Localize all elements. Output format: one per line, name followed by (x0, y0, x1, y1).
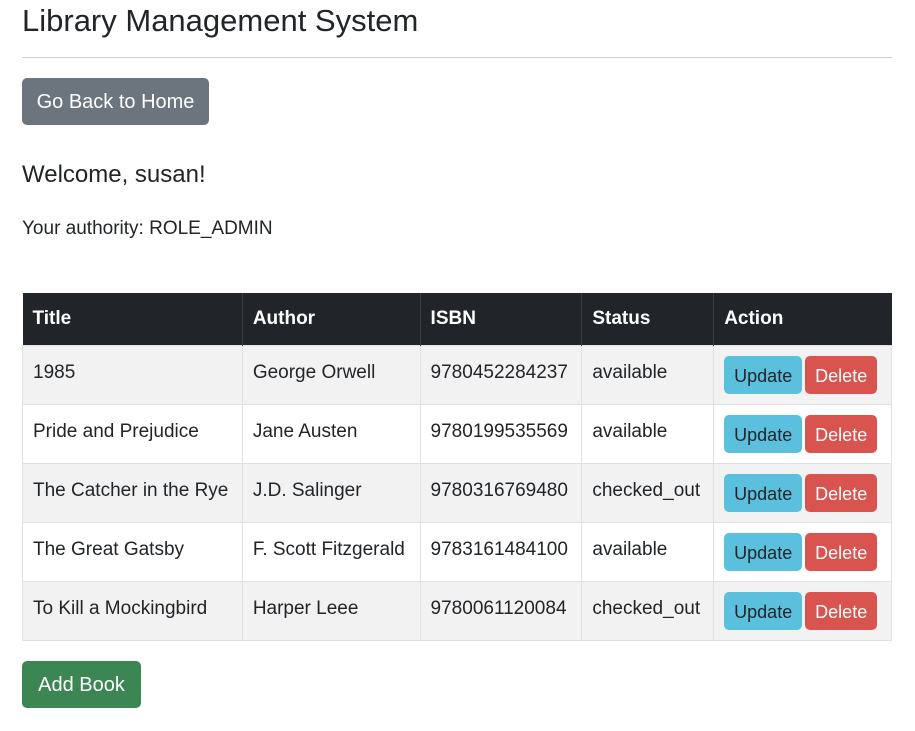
table-header: Title Author ISBN Status Action (22, 293, 892, 345)
book-status-cell: checked_out (581, 580, 715, 641)
column-header-author: Author (242, 293, 421, 345)
go-back-home-button[interactable]: Go Back to Home (22, 78, 209, 125)
table-row: To Kill a Mockingbird Harper Leee 978006… (22, 580, 892, 641)
book-title-cell: The Catcher in the Rye (22, 462, 243, 523)
book-title-cell: Pride and Prejudice (22, 403, 243, 464)
update-button[interactable]: Update (724, 473, 803, 512)
book-isbn-cell: 9780061120084 (419, 580, 583, 641)
delete-button[interactable]: Delete (805, 355, 878, 394)
page: Library Management System Go Back to Hom… (0, 0, 915, 731)
table-row: The Great Gatsby F. Scott Fitzgerald 978… (22, 521, 892, 582)
delete-button[interactable]: Delete (805, 591, 878, 630)
column-header-status: Status (581, 293, 715, 345)
add-book-button[interactable]: Add Book (22, 661, 141, 708)
welcome-message: Welcome, susan! (22, 161, 206, 188)
authority-text: Your authority: ROLE_ADMIN (22, 218, 273, 239)
books-table: Title Author ISBN Status Action 1985 Geo… (22, 293, 892, 641)
book-author-cell: Harper Leee (241, 580, 421, 641)
delete-button[interactable]: Delete (805, 532, 878, 571)
column-header-isbn: ISBN (420, 293, 583, 345)
book-title-cell: The Great Gatsby (22, 521, 243, 582)
book-action-cell: Update Delete (713, 580, 892, 641)
update-button[interactable]: Update (724, 355, 803, 394)
book-action-cell: Update Delete (713, 344, 892, 405)
update-button[interactable]: Update (724, 532, 803, 571)
book-author-cell: J.D. Salinger (241, 462, 421, 523)
table-header-row: Title Author ISBN Status Action (22, 293, 892, 345)
book-isbn-cell: 9780199535569 (419, 403, 583, 464)
delete-button[interactable]: Delete (805, 414, 878, 453)
book-action-cell: Update Delete (713, 521, 892, 582)
table-body: 1985 George Orwell 9780452284237 availab… (22, 344, 892, 641)
book-title-cell: 1985 (22, 344, 243, 405)
book-isbn-cell: 9780316769480 (419, 462, 583, 523)
table-row: Pride and Prejudice Jane Austen 97801995… (22, 403, 892, 464)
column-header-title: Title (22, 293, 243, 345)
book-author-cell: F. Scott Fitzgerald (241, 521, 421, 582)
book-author-cell: George Orwell (241, 344, 421, 405)
book-status-cell: checked_out (581, 462, 715, 523)
book-status-cell: available (581, 344, 715, 405)
book-isbn-cell: 9780452284237 (419, 344, 583, 405)
page-title: Library Management System (22, 3, 419, 38)
book-isbn-cell: 9783161484100 (419, 521, 583, 582)
book-author-cell: Jane Austen (241, 403, 421, 464)
delete-button[interactable]: Delete (805, 473, 878, 512)
column-header-action: Action (713, 293, 892, 345)
book-action-cell: Update Delete (713, 403, 892, 464)
table-row: The Catcher in the Rye J.D. Salinger 978… (22, 462, 892, 523)
table-row: 1985 George Orwell 9780452284237 availab… (22, 344, 892, 405)
book-title-cell: To Kill a Mockingbird (22, 580, 243, 641)
book-action-cell: Update Delete (713, 462, 892, 523)
book-status-cell: available (581, 403, 715, 464)
header-divider (22, 57, 892, 58)
update-button[interactable]: Update (724, 591, 803, 630)
book-status-cell: available (581, 521, 715, 582)
update-button[interactable]: Update (724, 414, 803, 453)
